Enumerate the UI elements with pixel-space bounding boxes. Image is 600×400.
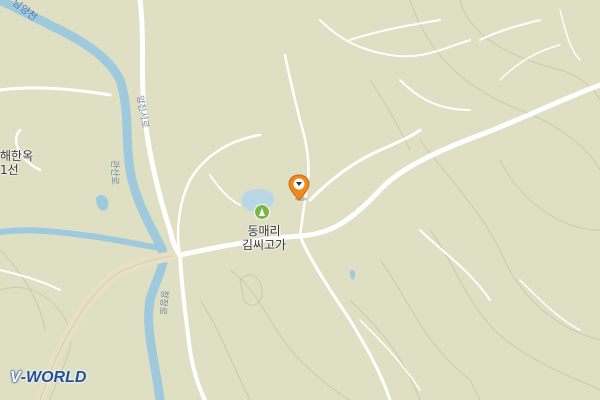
poi-label[interactable]: 동매리 김씨고가 [232, 224, 296, 252]
map-pin-icon[interactable] [288, 174, 310, 202]
vworld-logo: V -WORLD [10, 368, 86, 388]
map-canvas[interactable]: 양천서로 관산로 창장로 남양천 해한옥 1선 동매리 김씨고가 V -WORLD [0, 0, 600, 400]
place-label-left-line2: 1선 [0, 163, 19, 177]
poi-label-line2: 김씨고가 [241, 238, 287, 252]
logo-text: -WORLD [20, 369, 87, 386]
road-label-3: 창장로 [157, 290, 170, 316]
logo-prefix: V [10, 369, 21, 386]
place-label-left: 해한옥 1선 [0, 149, 33, 177]
road-label-2: 관산로 [109, 160, 120, 185]
place-label-left-line1: 해한옥 [0, 149, 34, 163]
road-label-1: 양천서로 [134, 95, 151, 130]
monument-icon[interactable] [254, 204, 270, 220]
poi-label-line1: 동매리 [247, 224, 281, 238]
